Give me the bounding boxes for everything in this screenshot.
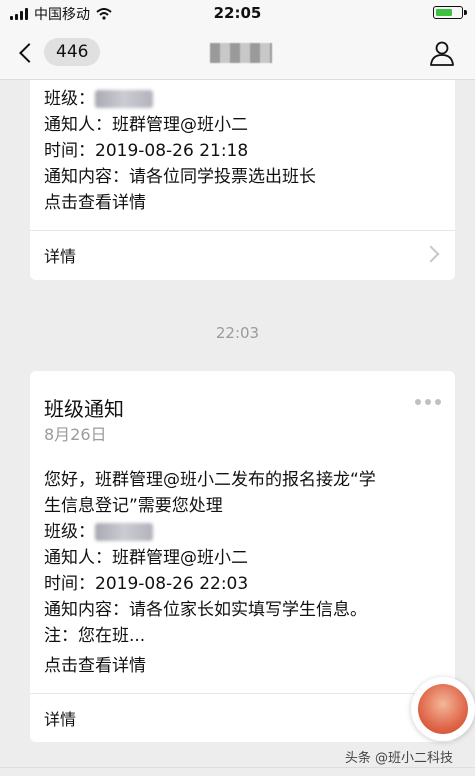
detail-label: 详情 [44,247,77,266]
nav-bar: 446 [0,26,475,80]
back-button[interactable]: 446 [19,38,101,66]
class-label: 班级： [44,522,95,542]
content-value: 请各位同学投票选出班长 [129,167,316,187]
message-timestamp: 22:03 [215,324,260,342]
chat-title-blurred [210,43,272,63]
status-bar: 中国移动 22:05 [0,0,475,26]
card2-detail-row[interactable]: 详情 [30,693,455,742]
detail-label: 详情 [44,710,77,729]
floating-avatar[interactable] [411,677,475,741]
card2-time-row: 时间：2019-08-26 22:03 [44,571,248,597]
content-label: 通知内容： [44,600,129,620]
card2-note: 注：您在班... [44,626,146,646]
class-name-blurred [95,90,153,108]
card2-body-line1: 您好，班群管理@班小二发布的报名接龙“学 [44,470,376,490]
unread-count-badge: 446 [44,38,101,66]
battery-icon [433,6,467,19]
card1-time-row: 时间：2019-08-26 21:18 [44,138,248,164]
content-value: 请各位家长如实填写学生信息。 [129,600,367,620]
card1-notifier: 通知人：班群管理@班小二 [44,115,248,135]
card2-view-details-link[interactable]: 点击查看详情 [44,653,146,679]
watermark: 头条 @班小二科技 [344,751,453,766]
person-icon[interactable] [429,40,455,66]
bottom-divider [0,767,475,776]
card2-notifier: 通知人：班群管理@班小二 [44,548,248,568]
time-label: 时间： [44,141,95,161]
status-time: 22:05 [213,4,262,22]
card2-date: 8月26日 [44,425,107,444]
card2-body-line2: 生信息登记”需要您处理 [44,496,223,516]
notification-card-2[interactable]: 班级通知 8月26日 您好，班群管理@班小二发布的报名接龙“学 生信息登记”需要… [30,371,455,742]
notification-card-1[interactable]: 班级： 通知人：班群管理@班小二 时间：2019-08-26 21:18 通知内… [30,80,455,280]
more-dots-icon[interactable] [415,399,441,405]
time-value: 2019-08-26 21:18 [95,141,249,161]
card1-view-details-link[interactable]: 点击查看详情 [44,190,146,216]
class-label: 班级： [44,89,95,109]
class-name-blurred [95,523,153,541]
card2-class-row: 班级： [44,519,153,545]
card1-detail-row[interactable]: 详情 [30,230,455,279]
card2-content-row: 通知内容：请各位家长如实填写学生信息。 [44,597,367,623]
card2-title: 班级通知 [44,397,124,421]
chevron-left-icon [19,42,39,63]
content-label: 通知内容： [44,167,129,187]
card1-content-row: 通知内容：请各位同学投票选出班长 [44,164,316,190]
chevron-right-icon [422,245,440,263]
time-label: 时间： [44,574,95,594]
time-value: 2019-08-26 22:03 [95,574,249,594]
card1-class-row: 班级： [44,86,153,112]
